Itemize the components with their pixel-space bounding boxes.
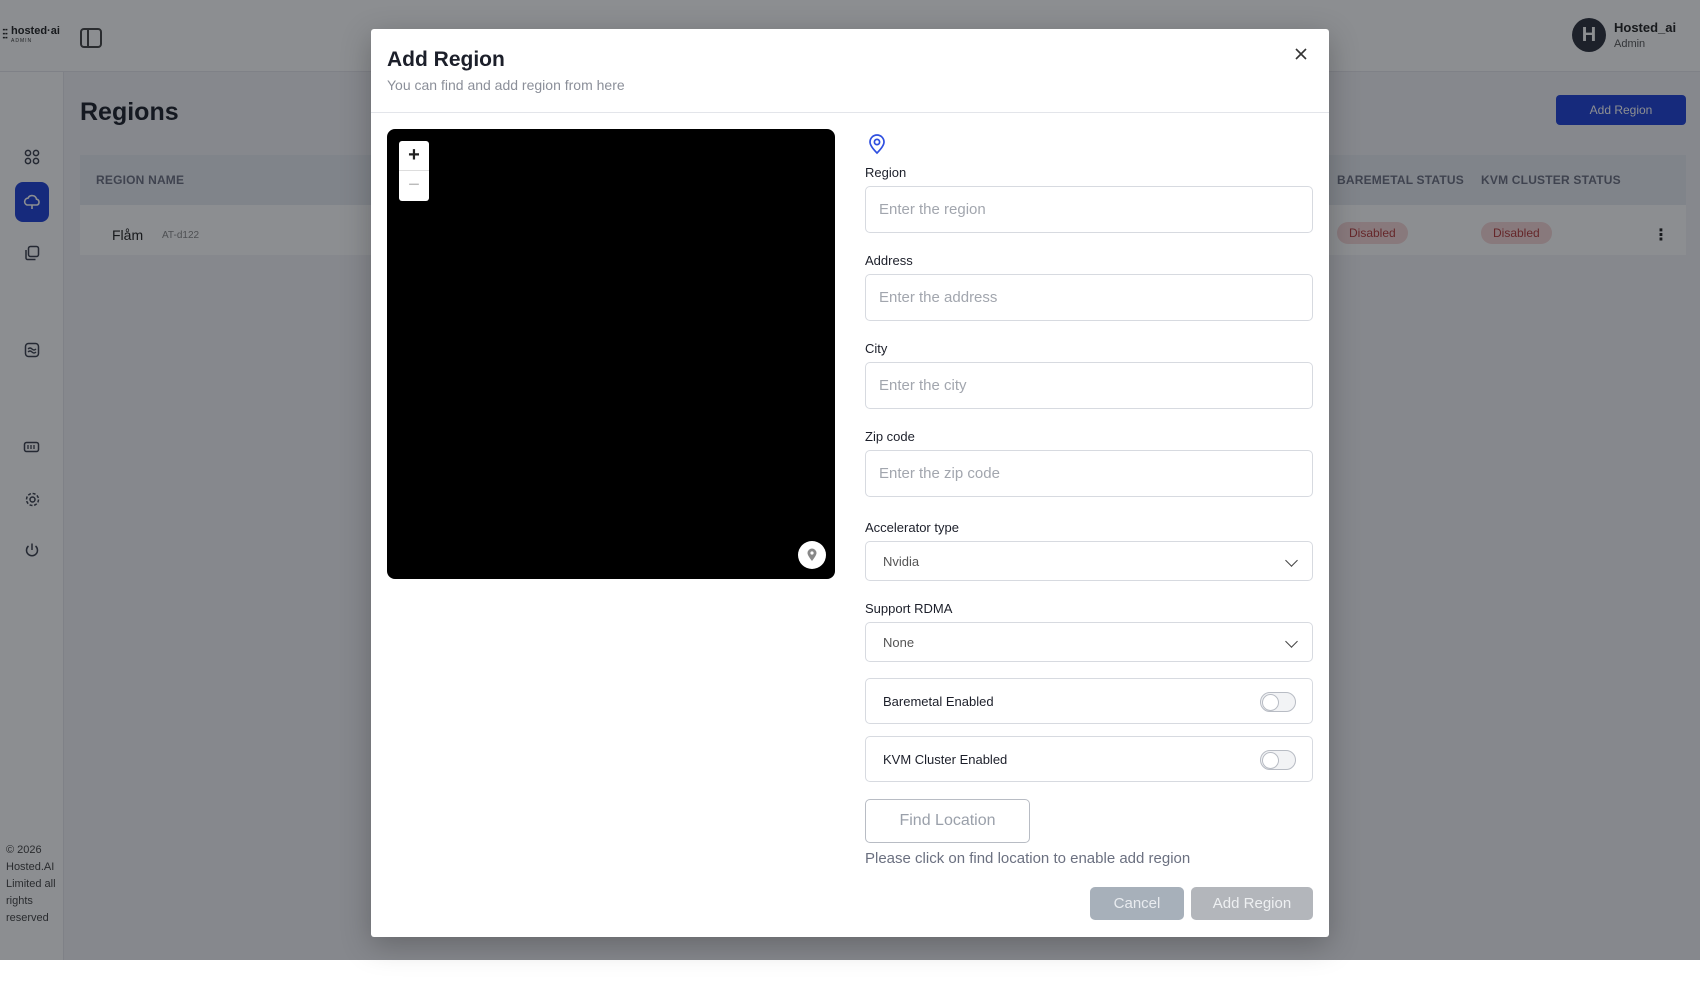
chevron-down-icon — [1285, 554, 1298, 567]
accelerator-select[interactable]: Nvidia — [865, 541, 1313, 581]
region-input[interactable] — [865, 186, 1313, 233]
kvm-toggle-row: KVM Cluster Enabled — [865, 736, 1313, 782]
map-zoom-control: + − — [399, 141, 429, 201]
accelerator-label: Accelerator type — [865, 520, 959, 535]
zoom-in-button[interactable]: + — [399, 141, 429, 171]
add-region-submit-button[interactable]: Add Region — [1191, 887, 1313, 920]
zoom-out-button[interactable]: − — [399, 171, 429, 201]
kvm-label: KVM Cluster Enabled — [883, 751, 1008, 767]
map-view[interactable]: + − — [387, 129, 835, 579]
zip-input[interactable] — [865, 450, 1313, 497]
rdma-value: None — [883, 634, 915, 650]
chevron-down-icon — [1285, 635, 1298, 648]
baremetal-switch[interactable] — [1260, 692, 1296, 712]
baremetal-label: Baremetal Enabled — [883, 693, 994, 709]
rdma-label: Support RDMA — [865, 601, 953, 616]
dialog-header: Add Region You can find and add region f… — [371, 29, 1329, 113]
kvm-switch[interactable] — [1260, 750, 1296, 770]
add-region-dialog: Add Region You can find and add region f… — [371, 29, 1329, 937]
find-location-hint: Please click on find location to enable … — [865, 850, 1191, 867]
find-location-button[interactable]: Find Location — [865, 799, 1030, 843]
dialog-title: Add Region — [387, 48, 505, 71]
address-label: Address — [865, 253, 913, 268]
city-label: City — [865, 341, 888, 356]
close-icon[interactable] — [1291, 45, 1311, 65]
accelerator-value: Nvidia — [883, 553, 920, 569]
city-input[interactable] — [865, 362, 1313, 409]
cancel-button[interactable]: Cancel — [1090, 887, 1184, 920]
map-pin-icon[interactable] — [798, 541, 826, 569]
rdma-select[interactable]: None — [865, 622, 1313, 662]
dialog-subtitle: You can find and add region from here — [387, 77, 625, 93]
region-label: Region — [865, 165, 907, 180]
baremetal-toggle-row: Baremetal Enabled — [865, 678, 1313, 724]
address-input[interactable] — [865, 274, 1313, 321]
location-pin-icon — [869, 134, 885, 155]
zip-label: Zip code — [865, 429, 915, 444]
